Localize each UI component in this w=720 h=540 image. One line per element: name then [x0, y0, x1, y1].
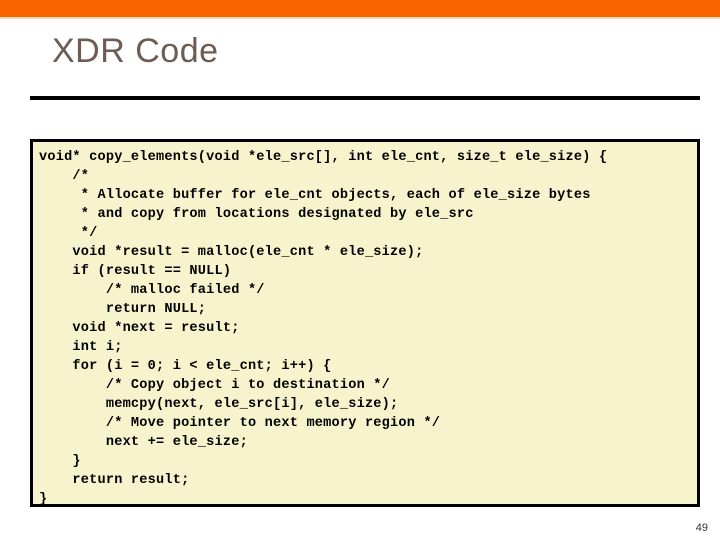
code-block: void* copy_elements(void *ele_src[], int… — [30, 139, 700, 507]
top-accent-bar-shadow — [0, 17, 720, 19]
title-divider — [30, 96, 700, 100]
top-accent-bar — [0, 0, 720, 17]
page-title: XDR Code — [52, 32, 219, 70]
slide-number: 49 — [695, 522, 708, 534]
slide: XDR Code void* copy_elements(void *ele_s… — [0, 0, 720, 540]
code-block-text: void* copy_elements(void *ele_src[], int… — [39, 150, 608, 507]
